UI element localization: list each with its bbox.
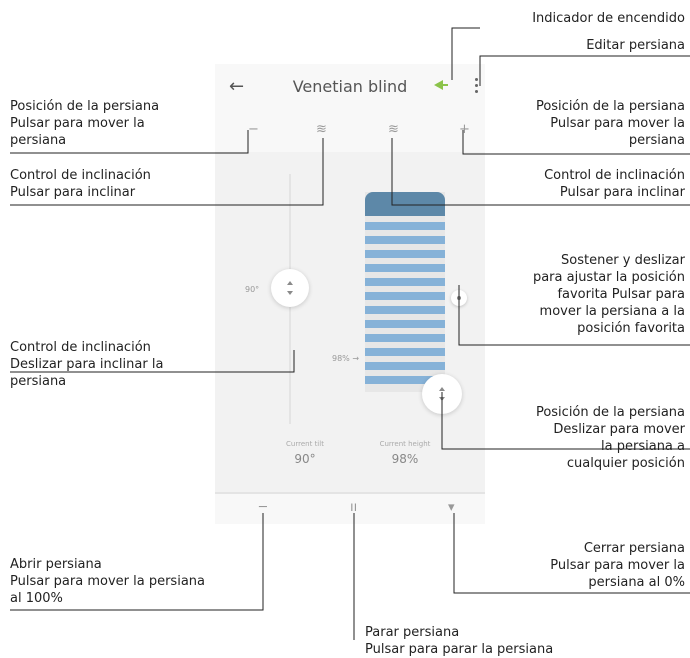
- annotation-power-indicator: Indicador de encendido: [532, 11, 685, 26]
- annotation-open-blind: Abrir persiana Pulsar para mover la pers…: [10, 557, 205, 606]
- annotation-favorite: Sostener y deslizar para ajustar la posi…: [532, 253, 685, 336]
- annotation-position-right: Posición de la persiana Pulsar para move…: [535, 99, 685, 148]
- annotation-tilt-slider: Control de inclinación Deslizar para inc…: [10, 340, 164, 389]
- annotation-tilt-left: Control de inclinación Pulsar para incli…: [10, 168, 151, 200]
- annotation-position-slider: Posición de la persiana Deslizar para mo…: [535, 405, 685, 471]
- leader-edit: [479, 55, 690, 86]
- leader-power: [451, 27, 480, 80]
- annotation-position-left: Posición de la persiana Pulsar para move…: [10, 99, 160, 148]
- annotation-edit-blind: Editar persiana: [586, 38, 685, 53]
- annotation-stop-blind: Parar persiana Pulsar para parar la pers…: [365, 625, 554, 657]
- annotation-close-blind: Cerrar persiana Pulsar para mover la per…: [550, 541, 685, 590]
- annotation-tilt-right: Control de inclinación Pulsar para incli…: [544, 168, 685, 200]
